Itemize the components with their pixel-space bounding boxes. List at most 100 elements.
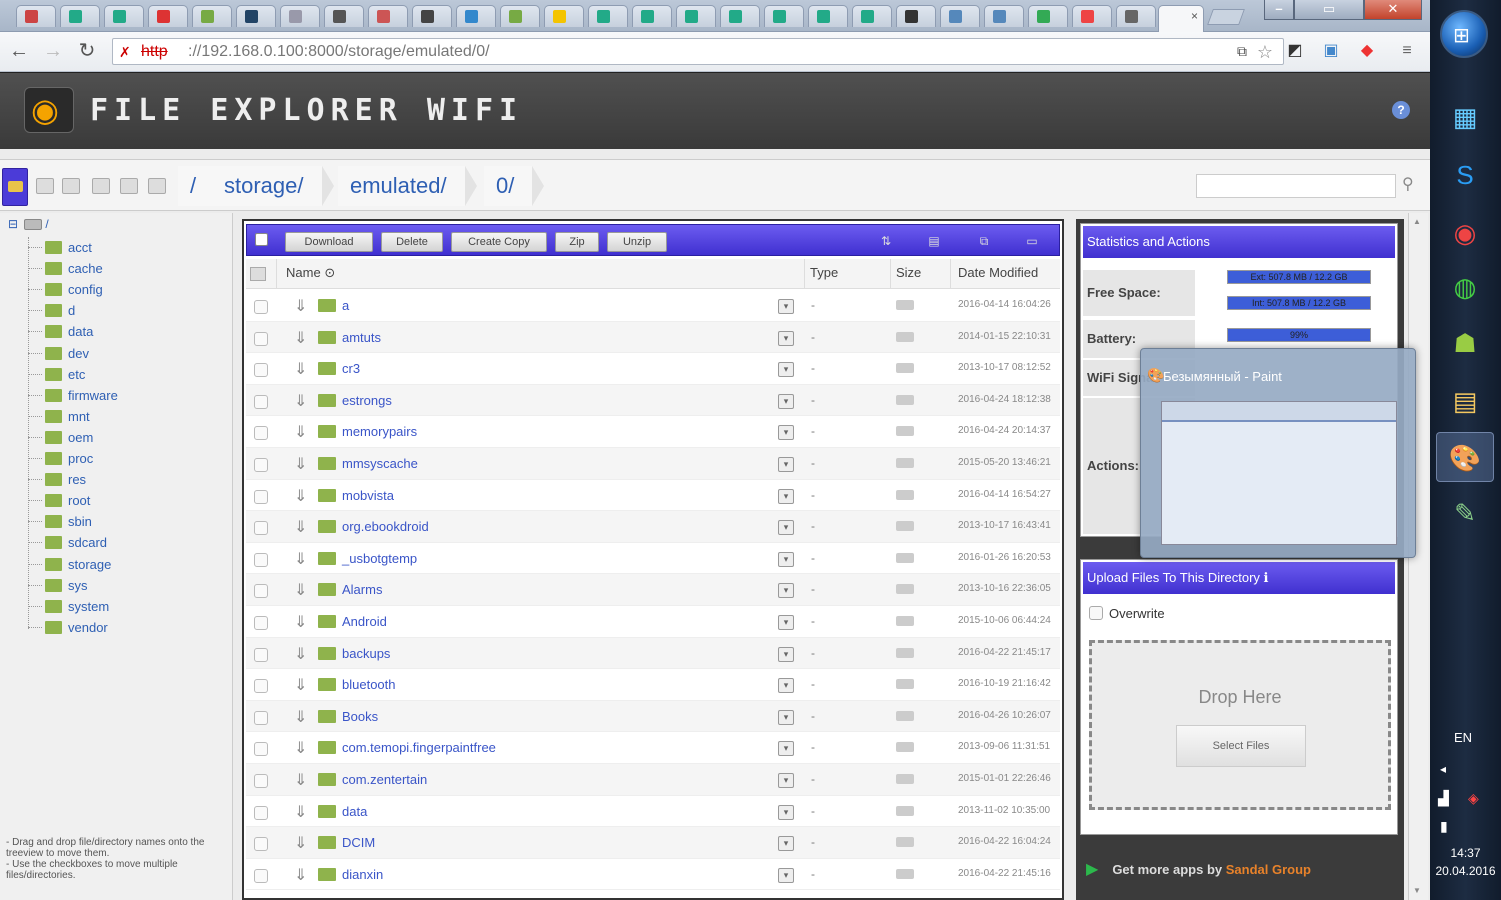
help-icon[interactable]: ? xyxy=(1392,101,1410,119)
row-checkbox[interactable] xyxy=(254,742,268,757)
row-menu-icon[interactable]: ▾ xyxy=(778,520,794,536)
row-checkbox[interactable] xyxy=(254,774,268,788)
download-arrow-icon[interactable]: ⇓ xyxy=(294,644,307,664)
row-checkbox[interactable] xyxy=(254,363,268,378)
browser-tab-active[interactable]: × xyxy=(1158,5,1204,32)
chrome-icon[interactable]: ◉ xyxy=(1436,208,1494,258)
row-checkbox[interactable] xyxy=(254,394,268,409)
file-name-link[interactable]: dianxin xyxy=(342,867,383,882)
file-name-link[interactable]: _usbotgtemp xyxy=(342,551,417,566)
file-name-link[interactable]: Books xyxy=(342,709,378,724)
browser-tab[interactable] xyxy=(984,5,1024,27)
file-row[interactable]: ⇓ _usbotgtemp ▾ - 2016-01-26 16:20:53 xyxy=(246,543,1060,575)
tray-expand-icon[interactable]: ◂ xyxy=(1440,762,1446,776)
file-row[interactable]: ⇓ a ▾ - 2016-04-14 16:04:26 xyxy=(246,290,1060,322)
download-arrow-icon[interactable]: ⇓ xyxy=(294,391,307,411)
download-arrow-icon[interactable]: ⇓ xyxy=(294,802,307,822)
download-arrow-icon[interactable]: ⇓ xyxy=(294,580,307,600)
reload-button[interactable]: ↻ xyxy=(76,40,98,62)
list-view-icon[interactable]: ▤ xyxy=(927,234,941,248)
file-row[interactable]: ⇓ Alarms ▾ - 2013-10-16 22:36:05 xyxy=(246,574,1060,606)
file-name-link[interactable]: org.ebookdroid xyxy=(342,519,429,534)
row-checkbox[interactable] xyxy=(254,521,268,536)
notepad-icon[interactable]: ✎ xyxy=(1436,488,1494,538)
column-size[interactable]: Size xyxy=(896,265,921,280)
file-name-link[interactable]: backups xyxy=(342,646,390,661)
browser-tab[interactable] xyxy=(324,5,364,27)
row-checkbox[interactable] xyxy=(254,552,268,567)
row-checkbox[interactable] xyxy=(254,710,268,725)
download-arrow-icon[interactable]: ⇓ xyxy=(294,486,307,506)
file-name-link[interactable]: amtuts xyxy=(342,330,381,345)
new-tab-button[interactable] xyxy=(1207,9,1245,25)
file-name-link[interactable]: com.zentertain xyxy=(342,772,427,787)
browser-tab[interactable] xyxy=(280,5,320,27)
row-checkbox[interactable] xyxy=(254,489,268,504)
row-menu-icon[interactable]: ▾ xyxy=(778,299,794,314)
music-icon[interactable] xyxy=(148,178,166,194)
file-row[interactable]: ⇓ mmsyscache ▾ - 2015-05-20 13:46:21 xyxy=(246,448,1060,480)
row-checkbox[interactable] xyxy=(254,458,268,472)
breadcrumb-emulated[interactable]: emulated/ xyxy=(338,166,477,206)
home-icon[interactable] xyxy=(36,178,54,194)
browser-tab[interactable] xyxy=(544,5,584,27)
row-menu-icon[interactable]: ▾ xyxy=(778,646,794,662)
browser-tab[interactable] xyxy=(368,5,408,27)
file-name-link[interactable]: Android xyxy=(342,614,387,629)
file-row[interactable]: ⇓ com.zentertain ▾ - 2015-01-01 22:26:46 xyxy=(246,764,1060,796)
browser-tab[interactable] xyxy=(764,5,804,27)
row-menu-icon[interactable]: ▾ xyxy=(778,678,794,694)
row-menu-icon[interactable]: ▾ xyxy=(778,709,794,725)
file-row[interactable]: ⇓ com.temopi.fingerpaintfree ▾ - 2013-09-06 … xyxy=(246,732,1060,764)
scroll-down-icon[interactable]: ▼ xyxy=(1413,886,1421,895)
file-row[interactable]: ⇓ DCIM ▾ - 2016-04-22 16:04:24 xyxy=(246,827,1060,859)
file-row[interactable]: ⇓ Android ▾ - 2015-10-06 06:44:24 xyxy=(246,606,1060,638)
row-menu-icon[interactable]: ▾ xyxy=(778,773,794,788)
row-checkbox[interactable] xyxy=(254,426,268,441)
network-icon[interactable]: ▟ xyxy=(1438,790,1449,807)
browser-tab[interactable] xyxy=(896,5,936,27)
clock[interactable]: 14:37 20.04.2016 xyxy=(1432,844,1499,880)
browser-tab[interactable] xyxy=(808,5,848,27)
browser-tab[interactable] xyxy=(588,5,628,27)
browser-tab[interactable] xyxy=(412,5,452,27)
copy-icon[interactable]: ⧉ xyxy=(977,234,991,248)
forward-button[interactable]: → xyxy=(42,40,64,62)
file-row[interactable]: ⇓ estrongs ▾ - 2016-04-24 18:12:38 xyxy=(246,384,1060,417)
android-app-icon[interactable]: ☗ xyxy=(1436,318,1494,368)
drop-zone[interactable]: Drop Here Select Files xyxy=(1089,640,1391,810)
extension-icon[interactable]: ◆ xyxy=(1356,40,1378,62)
browser-tab[interactable] xyxy=(720,5,760,27)
browser-tab[interactable] xyxy=(1028,5,1068,27)
file-name-link[interactable]: bluetooth xyxy=(342,677,396,692)
row-checkbox[interactable] xyxy=(254,300,268,314)
file-name-link[interactable]: mmsyscache xyxy=(342,456,418,471)
row-menu-icon[interactable]: ▾ xyxy=(778,804,794,820)
download-arrow-icon[interactable]: ⇓ xyxy=(294,296,307,316)
file-row[interactable]: ⇓ dianxin ▾ - 2016-04-22 21:45:16 xyxy=(246,859,1060,891)
language-indicator[interactable]: EN xyxy=(1454,730,1472,745)
download-button[interactable]: Download xyxy=(285,232,373,252)
tree-root[interactable]: ⊟ / xyxy=(8,217,49,231)
paint-taskbar-icon[interactable]: 🎨 xyxy=(1436,432,1494,482)
download-arrow-icon[interactable]: ⇓ xyxy=(294,454,307,474)
browser-tab[interactable] xyxy=(236,5,276,27)
download-arrow-icon[interactable]: ⇓ xyxy=(294,675,307,695)
row-menu-icon[interactable]: ▾ xyxy=(778,867,794,883)
file-name-link[interactable]: DCIM xyxy=(342,835,375,850)
file-name-link[interactable]: memorypairs xyxy=(342,424,417,439)
file-name-link[interactable]: data xyxy=(342,804,367,819)
browser-tab[interactable] xyxy=(104,5,144,27)
scroll-up-icon[interactable]: ▲ xyxy=(1413,217,1421,226)
row-menu-icon[interactable]: ▾ xyxy=(778,551,794,567)
breadcrumb-root[interactable]: / xyxy=(178,166,227,206)
column-name[interactable]: Name ⊙ xyxy=(286,265,335,281)
file-row[interactable]: ⇓ bluetooth ▾ - 2016-10-19 21:16:42 xyxy=(246,669,1060,701)
row-checkbox[interactable] xyxy=(254,868,268,883)
translate-icon[interactable]: ⧉ xyxy=(1237,43,1247,60)
download-arrow-icon[interactable]: ⇓ xyxy=(294,422,307,442)
explorer-icon[interactable]: ▤ xyxy=(1436,376,1494,426)
row-checkbox[interactable] xyxy=(254,331,268,346)
media-app-icon[interactable]: ▦ xyxy=(1436,92,1494,142)
file-row[interactable]: ⇓ mobvista ▾ - 2016-04-14 16:54:27 xyxy=(246,480,1060,512)
